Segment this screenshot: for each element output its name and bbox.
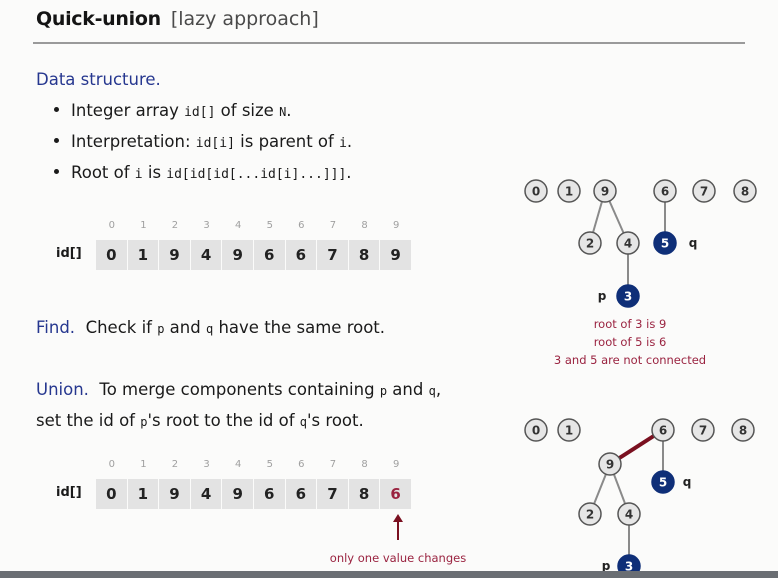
node-label: 7	[699, 424, 707, 438]
node-label: 7	[700, 185, 708, 199]
node-label: 1	[565, 424, 573, 438]
node-label: 4	[625, 508, 633, 522]
tree-node-8: 8	[733, 179, 757, 203]
node-label: 2	[586, 508, 594, 522]
tree-node-0: 0	[524, 179, 548, 203]
q-label: q	[689, 236, 698, 250]
tree-node-6: 6	[651, 418, 675, 442]
tree-node-5: 5	[651, 470, 675, 494]
tree-node-4: 4	[616, 231, 640, 255]
node-label: 6	[659, 424, 667, 438]
tree-note: 3 and 5 are not connected	[553, 353, 707, 367]
node-label: 2	[586, 237, 594, 251]
tree-node-0: 0	[524, 418, 548, 442]
tree-node-9: 9	[593, 179, 617, 203]
node-label: 6	[661, 185, 669, 199]
tree-node-8: 8	[731, 418, 755, 442]
tree-node-3: 3	[616, 284, 640, 308]
node-label: 0	[532, 185, 540, 199]
node-label: 9	[606, 458, 614, 472]
tree-node-2: 2	[578, 231, 602, 255]
tree-note: root of 5 is 6	[593, 335, 667, 349]
node-label: 1	[565, 185, 573, 199]
tree-node-7: 7	[692, 179, 716, 203]
node-label: 0	[532, 424, 540, 438]
node-label: 5	[659, 476, 667, 490]
tree-node-6: 6	[653, 179, 677, 203]
tree-node-7: 7	[691, 418, 715, 442]
tree-node-1: 1	[557, 418, 581, 442]
node-label: 8	[741, 185, 749, 199]
tree-diagram-before: 0 1234 56 7 89pq0 123456 7 89pq	[524, 179, 757, 578]
tree-node-4: 4	[617, 502, 641, 526]
node-label: 9	[601, 185, 609, 199]
node-label: 8	[739, 424, 747, 438]
tree-node-9: 9	[598, 452, 622, 476]
p-label: p	[598, 289, 607, 303]
node-label: 4	[624, 237, 632, 251]
tree-node-1: 1	[557, 179, 581, 203]
tree-note: root of 3 is 9	[593, 317, 667, 331]
tree-node-2: 2	[578, 502, 602, 526]
tree-node-5: 5	[653, 231, 677, 255]
q-label: q	[683, 475, 692, 489]
node-label: 3	[624, 290, 632, 304]
bottom-bar	[0, 571, 778, 578]
node-label: 5	[661, 237, 669, 251]
